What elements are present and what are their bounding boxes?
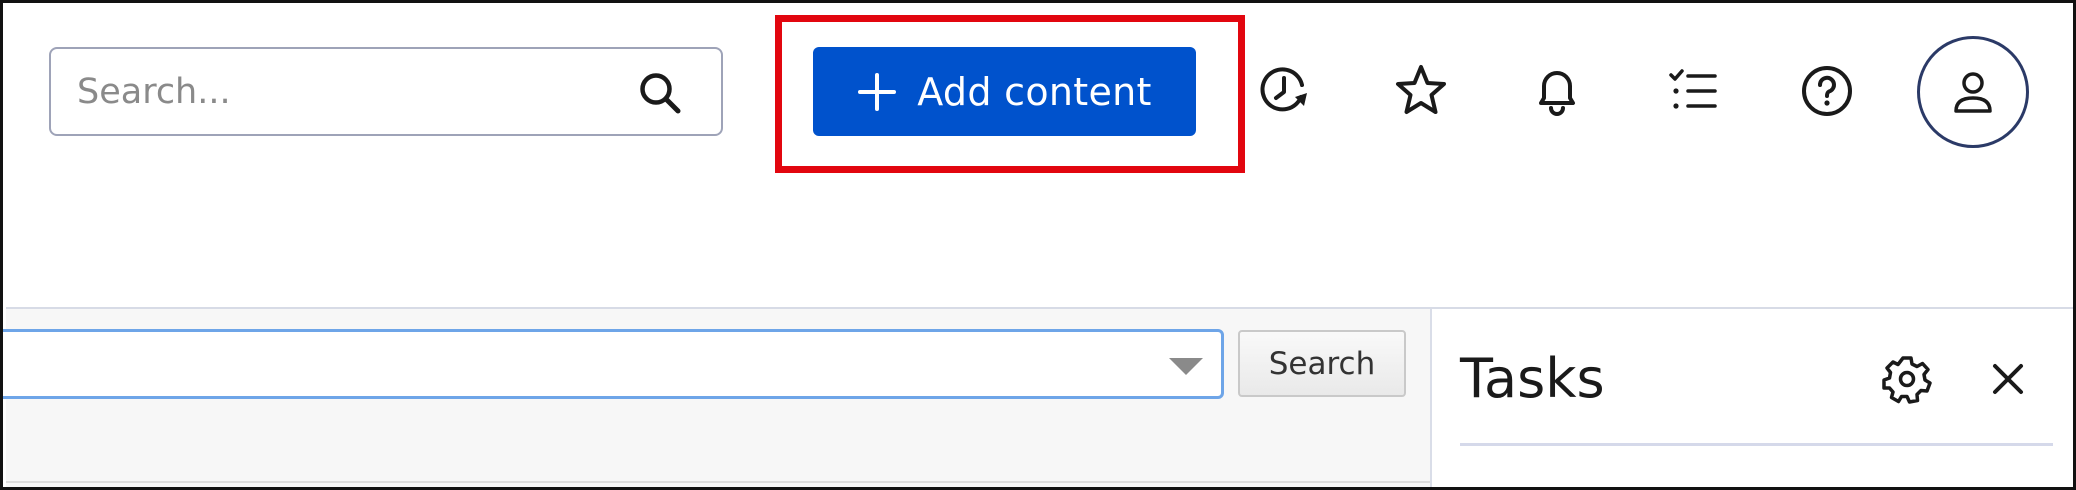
user-avatar-icon xyxy=(1954,72,1992,113)
close-icon[interactable] xyxy=(1983,354,2033,404)
notifications-bell-icon[interactable] xyxy=(1529,63,1585,119)
history-icon[interactable] xyxy=(1257,63,1313,119)
gear-icon[interactable] xyxy=(1879,351,1935,407)
help-icon[interactable] xyxy=(1799,63,1855,119)
row-divider xyxy=(6,481,1430,483)
filter-dropdown[interactable] xyxy=(3,329,1224,399)
tasks-panel: Tasks xyxy=(1430,309,2073,487)
global-search-box[interactable] xyxy=(49,47,723,136)
tasks-panel-title: Tasks xyxy=(1460,347,1605,410)
add-content-button[interactable]: Add content xyxy=(813,47,1196,136)
plus-icon xyxy=(858,72,897,111)
content-area: Search Tasks xyxy=(3,307,2073,487)
add-content-label: Add content xyxy=(917,69,1152,114)
main-content-pane: Search xyxy=(3,309,1430,487)
search-icon[interactable] xyxy=(635,68,685,118)
favorites-star-icon[interactable] xyxy=(1393,63,1449,119)
tasks-list-icon[interactable] xyxy=(1665,63,1721,119)
chevron-down-icon[interactable] xyxy=(1169,358,1203,375)
tasks-panel-divider xyxy=(1460,443,2053,446)
global-search-input[interactable] xyxy=(51,49,611,134)
user-avatar-button[interactable] xyxy=(1917,36,2029,148)
filter-search-button[interactable]: Search xyxy=(1238,330,1406,397)
app-frame: Add content xyxy=(0,0,2076,490)
